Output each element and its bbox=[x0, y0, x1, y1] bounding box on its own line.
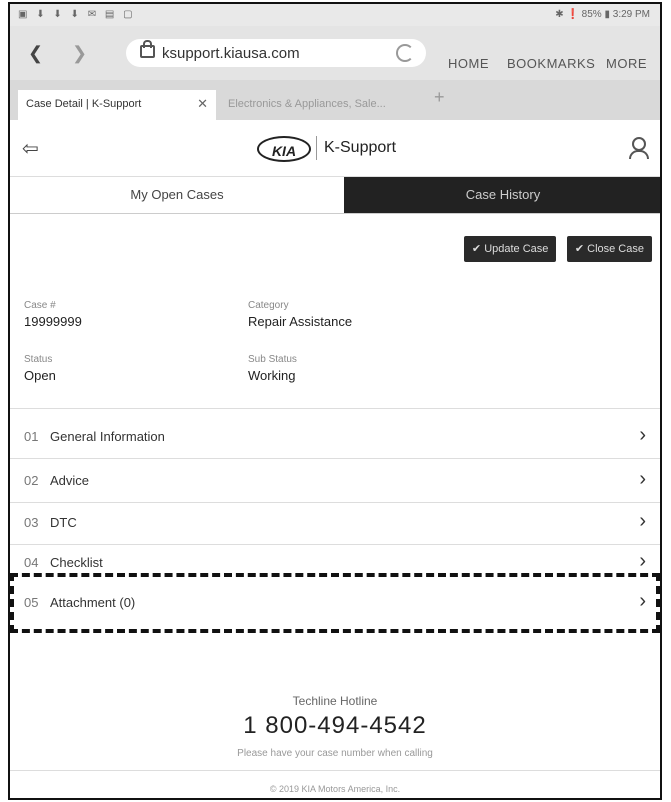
status-label: Status bbox=[24, 354, 53, 365]
tab-case-detail[interactable]: Case Detail | K-Support ✕ bbox=[18, 90, 216, 120]
status-icons-right: ✱ ❗ 85% ▮ 3:29 PM bbox=[555, 9, 650, 20]
section-title: General Information bbox=[50, 429, 165, 444]
status-bar: ▣ ⬇ ⬇ ⬇ ✉ ▤ ▢ ✱ ❗ 85% ▮ 3:29 PM bbox=[10, 4, 660, 26]
hotline-number[interactable]: 1 800-494-4542 bbox=[10, 712, 660, 740]
section-number: 02 bbox=[24, 473, 39, 488]
case-tabs: My Open Cases Case History bbox=[10, 177, 660, 214]
case-number-value: 19999999 bbox=[24, 314, 82, 329]
substatus-value: Working bbox=[248, 368, 296, 383]
status-value: Open bbox=[24, 368, 56, 383]
copyright: © 2019 KIA Motors America, Inc. bbox=[269, 784, 401, 794]
chevron-right-icon: › bbox=[639, 424, 646, 446]
back-icon[interactable]: ⇦ bbox=[22, 136, 39, 161]
home-link[interactable]: HOME bbox=[448, 56, 489, 71]
header-divider bbox=[316, 136, 317, 160]
section-number: 05 bbox=[24, 595, 39, 610]
case-number-label: Case # bbox=[24, 300, 56, 311]
section-title: Checklist bbox=[50, 555, 103, 570]
chevron-right-icon: › bbox=[639, 468, 646, 490]
divider bbox=[10, 502, 660, 503]
tab-case-history[interactable]: Case History bbox=[344, 177, 660, 213]
section-number: 03 bbox=[24, 515, 39, 530]
section-title: Attachment (0) bbox=[50, 595, 136, 610]
section-attachment[interactable]: 05 Attachment (0) › bbox=[10, 584, 660, 624]
tab-electronics[interactable]: Electronics & Appliances, Sale... bbox=[226, 90, 416, 120]
divider bbox=[10, 770, 660, 771]
app-header: ⇦ KIA K-Support bbox=[10, 120, 660, 177]
section-number: 04 bbox=[24, 555, 39, 570]
browser-toolbar: ❮ ❯ ksupport.kiausa.com HOME BOOKMARKS M… bbox=[10, 26, 660, 80]
forward-arrow-icon[interactable]: ❯ bbox=[72, 43, 87, 64]
app-frame: ▣ ⬇ ⬇ ⬇ ✉ ▤ ▢ ✱ ❗ 85% ▮ 3:29 PM ❮ ❯ ksup… bbox=[8, 2, 662, 800]
status-icons-left: ▣ ⬇ ⬇ ⬇ ✉ ▤ ▢ bbox=[18, 9, 136, 20]
divider bbox=[10, 458, 660, 459]
close-case-button[interactable]: ✔ Close Case bbox=[566, 236, 652, 262]
section-general-information[interactable]: 01 General Information › bbox=[10, 418, 660, 458]
browser-tab-bar: Case Detail | K-Support ✕ Electronics & … bbox=[10, 80, 660, 120]
section-title: Advice bbox=[50, 473, 90, 488]
tab-label: Electronics & Appliances, Sale... bbox=[228, 98, 386, 110]
more-link[interactable]: MORE bbox=[606, 56, 647, 71]
kia-logo: KIA bbox=[257, 136, 311, 162]
back-arrow-icon[interactable]: ❮ bbox=[28, 43, 43, 64]
chevron-right-icon: › bbox=[639, 550, 646, 572]
category-value: Repair Assistance bbox=[248, 314, 353, 329]
section-number: 01 bbox=[24, 429, 39, 444]
section-title: DTC bbox=[50, 515, 77, 530]
user-icon[interactable] bbox=[628, 136, 649, 159]
new-tab-icon[interactable]: + bbox=[434, 87, 445, 117]
brand-title: K-Support bbox=[324, 139, 397, 156]
chevron-right-icon: › bbox=[639, 590, 646, 612]
lock-icon bbox=[140, 40, 155, 58]
hotline-note: Please have your case number when callin… bbox=[237, 748, 433, 759]
divider bbox=[10, 408, 660, 409]
category-label: Category bbox=[248, 300, 289, 311]
bookmarks-link[interactable]: BOOKMARKS bbox=[507, 56, 595, 71]
hotline-label: Techline Hotline bbox=[292, 694, 378, 708]
close-tab-icon[interactable]: ✕ bbox=[197, 96, 208, 112]
substatus-label: Sub Status bbox=[248, 354, 297, 365]
address-bar[interactable]: ksupport.kiausa.com bbox=[126, 39, 426, 67]
chevron-right-icon: › bbox=[639, 510, 646, 532]
update-case-button[interactable]: ✔ Update Case bbox=[463, 236, 557, 262]
url-text[interactable]: ksupport.kiausa.com bbox=[162, 45, 300, 62]
tab-label: Case Detail | K-Support bbox=[26, 98, 142, 110]
case-actions: ✔ Update Case ✔ Close Case bbox=[458, 236, 652, 262]
reload-icon[interactable] bbox=[396, 44, 414, 62]
section-dtc[interactable]: 03 DTC › bbox=[10, 504, 660, 544]
tab-my-open-cases[interactable]: My Open Cases bbox=[10, 177, 344, 213]
section-advice[interactable]: 02 Advice › bbox=[10, 462, 660, 502]
